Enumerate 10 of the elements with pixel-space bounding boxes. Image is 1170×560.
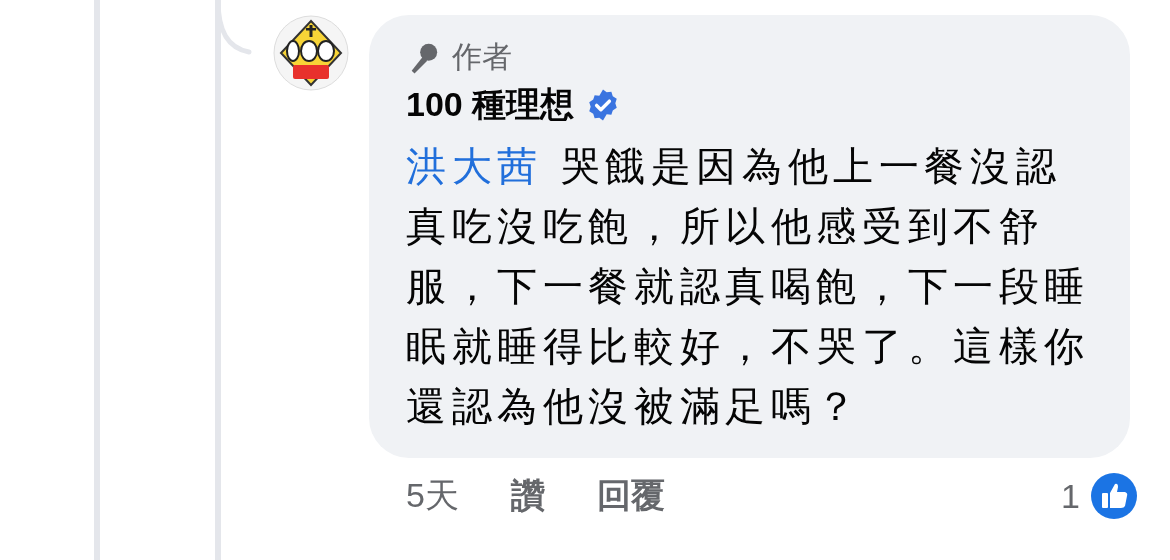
action-link[interactable]: 回覆 [596,473,665,519]
author-name[interactable]: 100 種理想 [406,82,575,128]
action-link[interactable]: 讚 [510,473,545,519]
author-label: 作者 [452,39,512,75]
reaction-count[interactable]: 1 [1061,476,1080,516]
mention-link[interactable]: 洪大茜 [406,144,543,188]
comment-text: 洪大茜 哭餓是因為他上一餐沒認真吃沒吃飽，所以他感受到不舒服，下一餐就認真喝飽，下一段睡眠就睡得比較好，不哭了。這樣你還認為他沒被滿足嗎？ [406,143,1091,430]
like-icon[interactable] [1090,472,1138,520]
timestamp[interactable]: 5天 [406,473,459,519]
logo-icon[interactable] [273,15,349,91]
